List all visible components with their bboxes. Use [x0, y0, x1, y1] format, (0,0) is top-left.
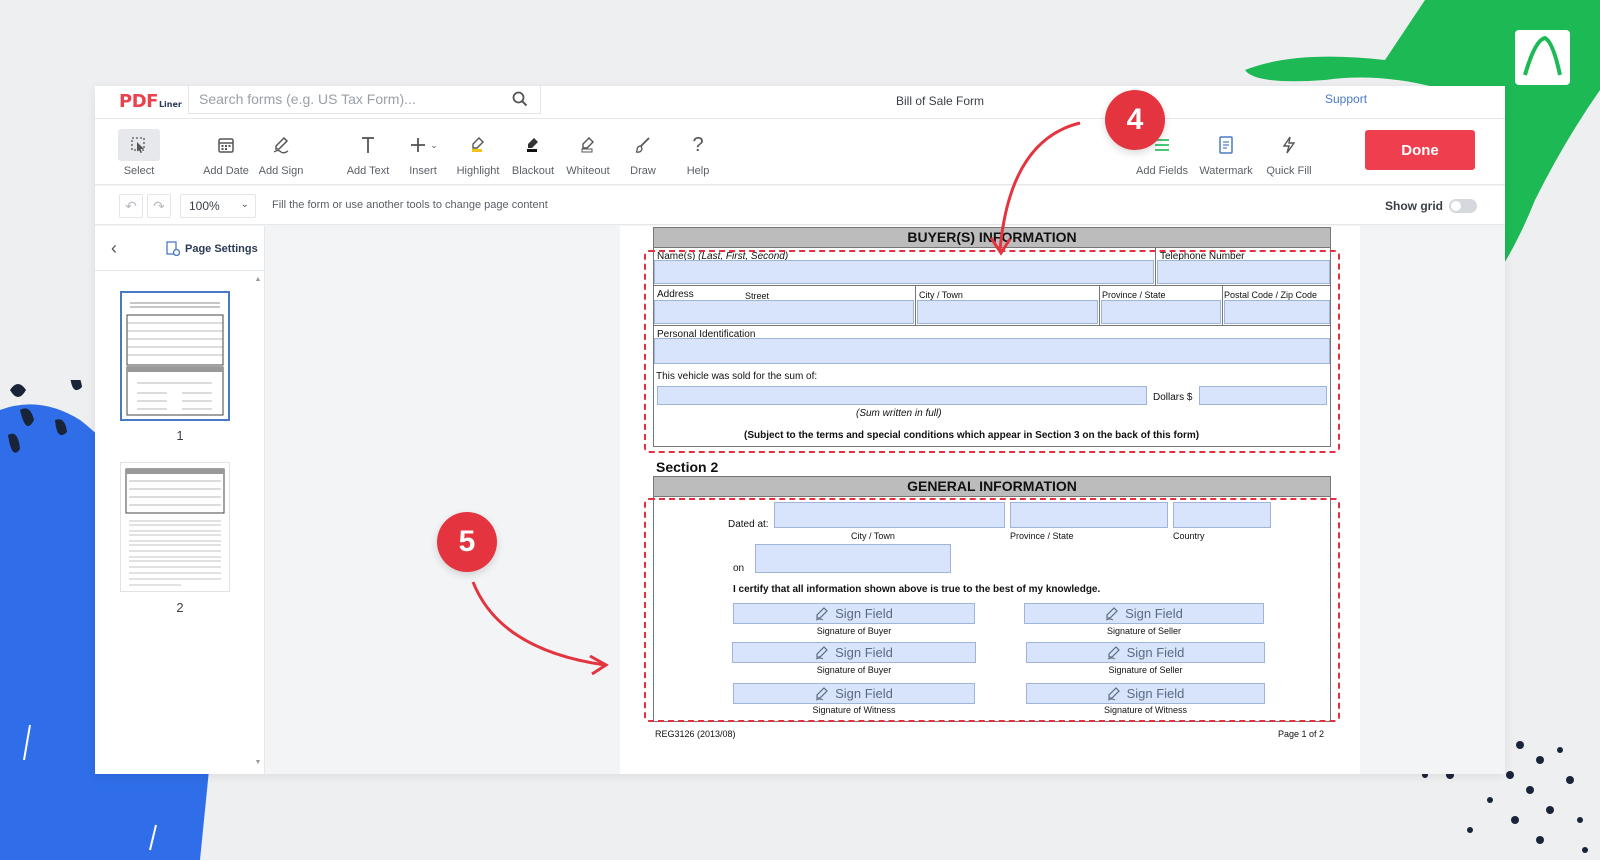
step-5-badge: 5	[437, 512, 497, 572]
step-4-badge: 4	[1105, 90, 1165, 150]
callout-arrows	[471, 121, 1081, 676]
